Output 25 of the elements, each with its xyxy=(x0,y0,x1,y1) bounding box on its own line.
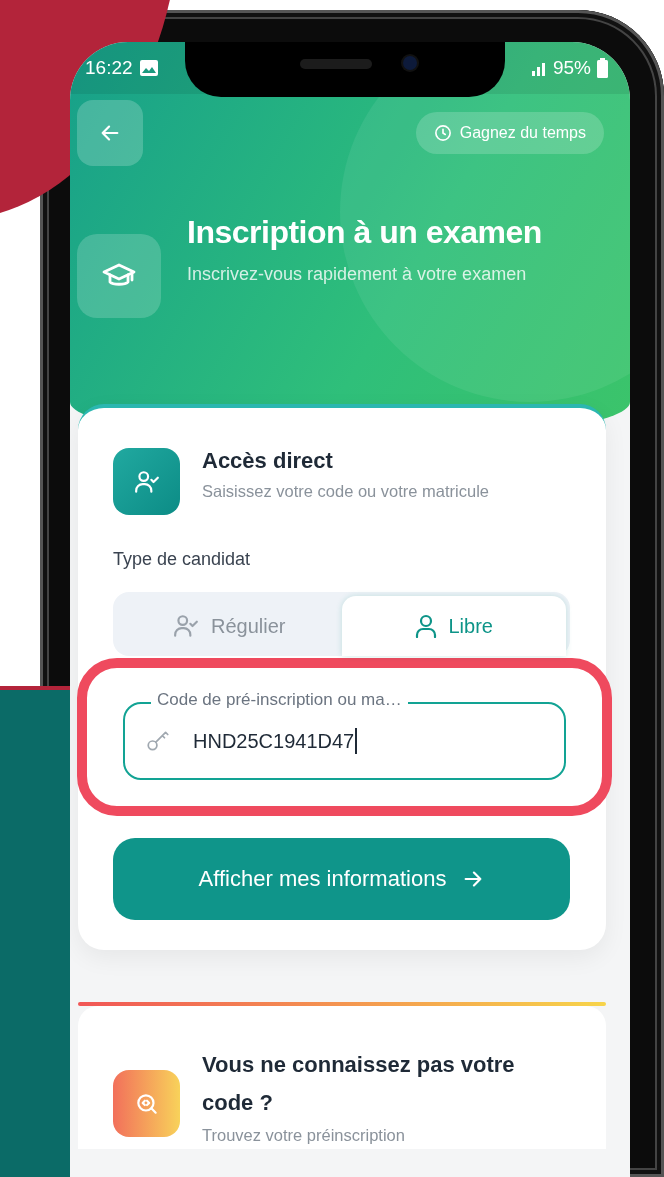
status-time: 16:22 xyxy=(85,57,133,79)
help-subtitle: Trouvez votre préinscription xyxy=(202,1125,406,1146)
card-title: Accès direct xyxy=(202,448,334,474)
card-subtitle: Saisissez votre code ou votre matricule xyxy=(202,481,490,502)
field-value: HND25C1941D47 xyxy=(193,728,358,754)
key-icon xyxy=(145,728,171,754)
graduation-cap-icon xyxy=(77,234,161,318)
field-label: Code de pré-inscription ou ma… xyxy=(151,690,408,710)
candidate-type-tab[interactable]: Libre xyxy=(341,596,566,656)
battery-percentage: 95% xyxy=(552,57,591,79)
help-title: Vous ne connaissez pas votre code ? xyxy=(202,1051,516,1117)
clock-icon xyxy=(433,124,452,142)
page-title: Inscription à un examen xyxy=(187,214,542,251)
page-subtitle: Inscrivez-vous rapidement à votre examen xyxy=(187,263,528,286)
image-icon xyxy=(138,58,159,78)
show-info-button[interactable]: Afficher mes informations xyxy=(113,838,570,920)
user-icon xyxy=(414,614,437,638)
battery-icon xyxy=(597,58,608,78)
back-button[interactable] xyxy=(77,100,143,166)
search-icon xyxy=(113,1070,180,1137)
badge-label: Gagnez du temps xyxy=(459,124,586,142)
user-check-icon xyxy=(173,613,199,639)
user-check-icon xyxy=(113,448,180,515)
candidate-type-tab[interactable]: Régulier xyxy=(117,596,342,656)
candidate-type-label: Type de candidat xyxy=(113,549,252,570)
